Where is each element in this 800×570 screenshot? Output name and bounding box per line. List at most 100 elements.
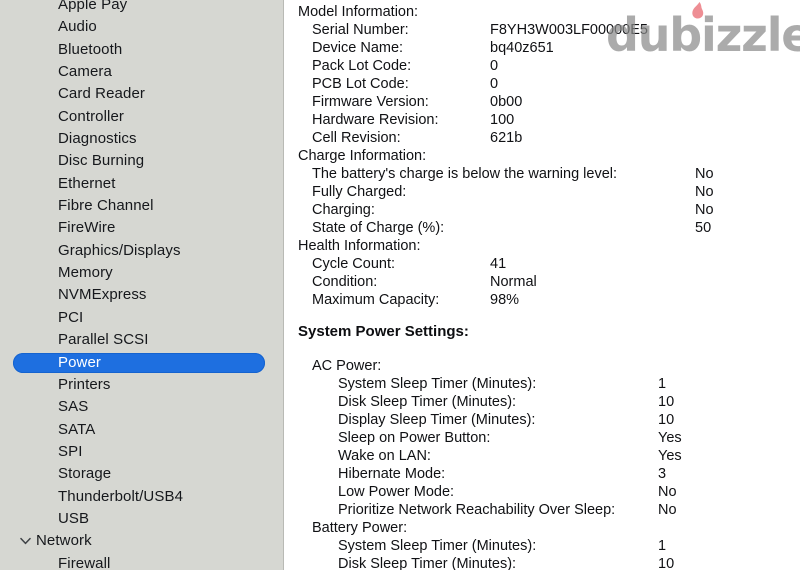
- detail-label: Disk Sleep Timer (Minutes):: [338, 394, 517, 410]
- section-title: System Power Settings:: [284, 321, 800, 343]
- detail-row: Charging: No: [284, 201, 800, 219]
- sidebar-item-label: Apple Pay: [58, 0, 128, 13]
- group-heading: Health Information:: [284, 237, 800, 255]
- detail-label: Maximum Capacity:: [312, 292, 440, 308]
- sidebar-item-label: Thunderbolt/USB4: [58, 487, 184, 505]
- sidebar-item-label: Storage: [58, 465, 112, 483]
- detail-row: Hardware Revision: 100: [284, 111, 800, 129]
- detail-label: Hardware Revision:: [312, 112, 439, 128]
- sidebar-item-ethernet[interactable]: Ethernet: [0, 173, 283, 195]
- detail-row: Pack Lot Code: 0: [284, 57, 800, 75]
- detail-row: Hibernate Mode: 3: [284, 465, 800, 483]
- sidebar-item-printers[interactable]: Printers: [0, 374, 283, 396]
- sidebar-item-label: Power: [58, 353, 102, 371]
- detail-value: No: [695, 184, 714, 200]
- sidebar-item-graphics-displays[interactable]: Graphics/Displays: [0, 240, 283, 262]
- detail-label: Condition:: [312, 274, 378, 290]
- sidebar-item-fibre-channel[interactable]: Fibre Channel: [0, 195, 283, 217]
- sidebar-item-label: Camera: [58, 63, 112, 81]
- group-heading-label: Battery Power:: [312, 520, 408, 536]
- sidebar-item-controller[interactable]: Controller: [0, 106, 283, 128]
- detail-row: State of Charge (%): 50: [284, 219, 800, 237]
- sidebar-item-diagnostics[interactable]: Diagnostics: [0, 128, 283, 150]
- sidebar-selection-highlight: [13, 352, 265, 373]
- detail-value: 0b00: [490, 94, 523, 110]
- detail-label: PCB Lot Code:: [312, 76, 409, 92]
- detail-row: Wake on LAN: Yes: [284, 447, 800, 465]
- sidebar-item-power[interactable]: Power: [0, 352, 283, 374]
- detail-row: Firmware Version: 0b00: [284, 93, 800, 111]
- detail-label: Firmware Version:: [312, 94, 429, 110]
- detail-value: 100: [490, 112, 515, 128]
- sidebar-item-label: Disc Burning: [58, 152, 145, 170]
- sidebar-item-thunderbolt-usb4[interactable]: Thunderbolt/USB4: [0, 486, 283, 508]
- system-information-window: Apple Pay Audio Bluetooth Camera Card Reader…: [0, 0, 800, 570]
- sidebar-item-storage[interactable]: Storage: [0, 463, 283, 485]
- sidebar-item-label: Bluetooth: [58, 40, 123, 58]
- sidebar-item-pci[interactable]: PCI: [0, 307, 283, 329]
- detail-value: 621b: [490, 130, 523, 146]
- sidebar-item-memory[interactable]: Memory: [0, 262, 283, 284]
- group-heading: Model Information:: [284, 3, 800, 21]
- detail-row: Disk Sleep Timer (Minutes): 10: [284, 393, 800, 411]
- chevron-down-icon[interactable]: [18, 537, 32, 545]
- sidebar-item-parallel-scsi[interactable]: Parallel SCSI: [0, 329, 283, 351]
- detail-row: Maximum Capacity: 98%: [284, 291, 800, 309]
- detail-row: System Sleep Timer (Minutes): 1: [284, 537, 800, 555]
- detail-label: Hibernate Mode:: [338, 466, 446, 482]
- sidebar-item-label: Network: [36, 532, 92, 550]
- detail-value: No: [658, 484, 677, 500]
- group-heading-label: Model Information:: [298, 4, 419, 20]
- detail-value: F8YH3W003LF00000E5: [490, 22, 648, 38]
- sidebar-item-firewire[interactable]: FireWire: [0, 217, 283, 239]
- detail-row: Display Sleep Timer (Minutes): 10: [284, 411, 800, 429]
- sidebar-item-label: PCI: [58, 308, 84, 326]
- sidebar-item-sata[interactable]: SATA: [0, 419, 283, 441]
- group-heading: AC Power:: [284, 357, 800, 375]
- detail-label: Prioritize Network Reachability Over Sle…: [338, 502, 616, 518]
- sidebar-item-label: Parallel SCSI: [58, 331, 149, 349]
- detail-label: The battery's charge is below the warnin…: [312, 166, 618, 182]
- sidebar-item-label: SAS: [58, 398, 89, 416]
- sidebar-item-spi[interactable]: SPI: [0, 441, 283, 463]
- sidebar-item-network[interactable]: Network: [0, 530, 283, 552]
- sidebar-item-card-reader[interactable]: Card Reader: [0, 83, 283, 105]
- detail-value: bq40z651: [490, 40, 554, 56]
- sidebar: Apple Pay Audio Bluetooth Camera Card Reader…: [0, 0, 283, 570]
- detail-value: 41: [490, 256, 507, 272]
- power-detail-body: Model Information: Serial Number: F8YH3W00…: [284, 0, 800, 570]
- sidebar-item-label: Card Reader: [58, 85, 145, 103]
- detail-label: State of Charge (%):: [312, 220, 445, 236]
- sidebar-item-label: Printers: [58, 375, 111, 393]
- sidebar-item-label: FireWire: [58, 219, 116, 237]
- detail-row: PCB Lot Code: 0: [284, 75, 800, 93]
- sidebar-item-list: Apple Pay Audio Bluetooth Camera Card Reader…: [0, 0, 283, 570]
- sidebar-item-usb[interactable]: USB: [0, 508, 283, 530]
- sidebar-item-label: Memory: [58, 264, 113, 282]
- detail-value: 10: [658, 394, 675, 410]
- sidebar-item-camera[interactable]: Camera: [0, 61, 283, 83]
- sidebar-item-label: SATA: [58, 420, 96, 438]
- detail-value: Yes: [658, 430, 682, 446]
- detail-value: No: [658, 502, 677, 518]
- sidebar-item-apple-pay[interactable]: Apple Pay: [0, 0, 283, 16]
- sidebar-item-disc-burning[interactable]: Disc Burning: [0, 150, 283, 172]
- detail-value: No: [695, 166, 714, 182]
- sidebar-item-sas[interactable]: SAS: [0, 396, 283, 418]
- section-title-text: System Power Settings:: [298, 323, 469, 340]
- detail-value: 98%: [490, 292, 520, 308]
- sidebar-item-audio[interactable]: Audio: [0, 16, 283, 38]
- sidebar-item-label: SPI: [58, 442, 83, 460]
- detail-row: Prioritize Network Reachability Over Sle…: [284, 501, 800, 519]
- detail-label: Display Sleep Timer (Minutes):: [338, 412, 536, 428]
- detail-row: Condition: Normal: [284, 273, 800, 291]
- detail-label: System Sleep Timer (Minutes):: [338, 376, 537, 392]
- detail-label: Cell Revision:: [312, 130, 401, 146]
- sidebar-item-bluetooth[interactable]: Bluetooth: [0, 39, 283, 61]
- sidebar-item-firewall[interactable]: Firewall: [0, 553, 283, 570]
- detail-value: 10: [658, 412, 675, 428]
- sidebar-item-label: Controller: [58, 107, 125, 125]
- sidebar-item-nvmexpress[interactable]: NVMExpress: [0, 284, 283, 306]
